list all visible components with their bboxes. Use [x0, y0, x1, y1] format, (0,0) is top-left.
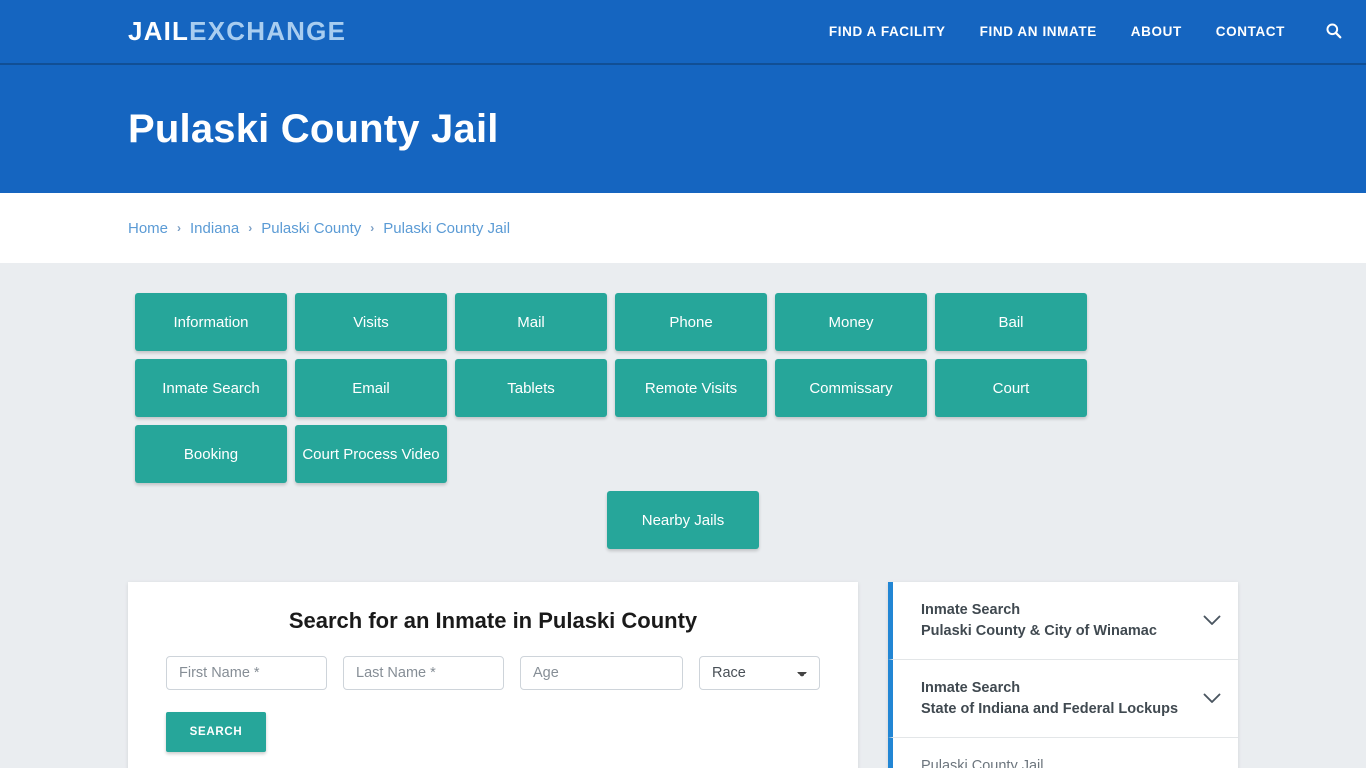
chevron-right-icon: › [248, 221, 253, 235]
main-content: Information Visits Mail Phone Money Bail… [0, 263, 1366, 768]
tab-court[interactable]: Court [935, 359, 1087, 417]
breadcrumb-bar: Home › Indiana › Pulaski County › Pulask… [0, 193, 1366, 263]
last-name-input[interactable] [343, 656, 504, 690]
tab-court-process-video[interactable]: Court Process Video [295, 425, 447, 483]
facility-tab-grid-row3: Nearby Jails [135, 491, 1231, 549]
hero-banner: Pulaski County Jail [0, 65, 1366, 193]
tab-remote-visits[interactable]: Remote Visits [615, 359, 767, 417]
accordion-inmate-search-state[interactable]: Inmate Search State of Indiana and Feder… [888, 660, 1238, 739]
tab-visits[interactable]: Visits [295, 293, 447, 351]
accordion-line-1: Inmate Search [921, 680, 1021, 697]
nav-find-a-facility[interactable]: FIND A FACILITY [829, 24, 946, 39]
age-input[interactable] [520, 656, 683, 690]
breadcrumb-item-pulaski-county[interactable]: Pulaski County [261, 220, 361, 237]
accordion-line-1: Pulaski County Jail [921, 758, 1044, 768]
accordion-item-text: Inmate Search State of Indiana and Feder… [921, 678, 1194, 719]
tab-tablets[interactable]: Tablets [455, 359, 607, 417]
accordion-item-text: Inmate Search Pulaski County & City of W… [921, 600, 1194, 641]
primary-nav: FIND A FACILITY FIND AN INMATE ABOUT CON… [829, 22, 1342, 42]
search-submit-button[interactable]: SEARCH [166, 712, 266, 752]
accordion-inmate-search-county[interactable]: Inmate Search Pulaski County & City of W… [888, 582, 1238, 661]
sidebar-accordion: Inmate Search Pulaski County & City of W… [888, 582, 1238, 768]
tab-phone[interactable]: Phone [615, 293, 767, 351]
breadcrumb-item-home[interactable]: Home [128, 220, 168, 237]
tab-bail[interactable]: Bail [935, 293, 1087, 351]
tab-mail[interactable]: Mail [455, 293, 607, 351]
inmate-search-card: Search for an Inmate in Pulaski County R… [128, 582, 858, 768]
nav-find-an-inmate[interactable]: FIND AN INMATE [980, 24, 1097, 39]
chevron-down-icon [1202, 689, 1222, 709]
logo-text-jail: JAIL [128, 16, 190, 46]
nav-contact[interactable]: CONTACT [1216, 24, 1285, 39]
chevron-down-icon [1202, 611, 1222, 631]
tab-booking[interactable]: Booking [135, 425, 287, 483]
breadcrumb: Home › Indiana › Pulaski County › Pulask… [128, 220, 510, 237]
left-column: Search for an Inmate in Pulaski County R… [128, 582, 858, 768]
site-logo[interactable]: JAILEXCHANGE [128, 16, 346, 47]
accordion-line-2: Pulaski County & City of Winamac [921, 622, 1157, 639]
tab-inmate-search[interactable]: Inmate Search [135, 359, 287, 417]
first-name-input[interactable] [166, 656, 327, 690]
chevron-right-icon: › [370, 221, 375, 235]
tab-commissary[interactable]: Commissary [775, 359, 927, 417]
page-title: Pulaski County Jail [128, 106, 499, 151]
accordion-item-text: Pulaski County Jail Contact Information [921, 756, 1194, 768]
chevron-right-icon: › [177, 221, 182, 235]
accordion-contact-information[interactable]: Pulaski County Jail Contact Information [888, 738, 1238, 768]
facility-tab-grid: Information Visits Mail Phone Money Bail… [135, 293, 1231, 483]
nav-search-button[interactable] [1325, 22, 1342, 42]
breadcrumb-item-pulaski-county-jail[interactable]: Pulaski County Jail [383, 220, 510, 237]
search-icon [1325, 22, 1342, 42]
search-card-title: Search for an Inmate in Pulaski County [288, 608, 698, 633]
tab-email[interactable]: Email [295, 359, 447, 417]
breadcrumb-item-indiana[interactable]: Indiana [190, 220, 239, 237]
tab-nearby-jails[interactable]: Nearby Jails [607, 491, 759, 549]
logo-text-exchange: EXCHANGE [189, 16, 347, 46]
tab-information[interactable]: Information [135, 293, 287, 351]
tab-money[interactable]: Money [775, 293, 927, 351]
right-column: Inmate Search Pulaski County & City of W… [888, 582, 1238, 768]
top-navigation-bar: JAILEXCHANGE FIND A FACILITY FIND AN INM… [0, 0, 1366, 65]
accordion-line-1: Inmate Search [921, 602, 1021, 618]
accordion-line-2: State of Indiana and Federal Lockups [921, 700, 1179, 717]
nav-about[interactable]: ABOUT [1131, 24, 1182, 39]
content-columns: Search for an Inmate in Pulaski County R… [128, 582, 1238, 768]
search-fields-row: Race [148, 656, 838, 690]
race-select[interactable]: Race [699, 656, 820, 690]
